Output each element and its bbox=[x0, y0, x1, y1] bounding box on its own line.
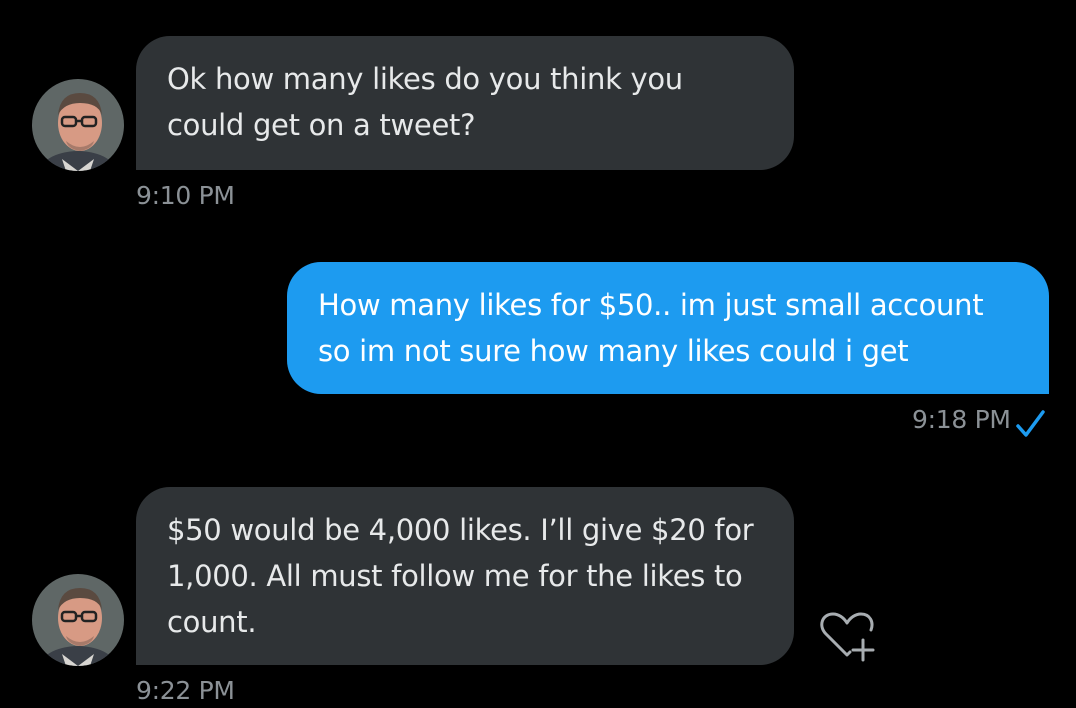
avatar-photo-icon bbox=[32, 574, 124, 666]
message-text: Ok how many likes do you think you could… bbox=[167, 62, 683, 142]
message-timestamp: 9:18 PM bbox=[912, 405, 1011, 434]
message-text: How many likes for $50.. im just small a… bbox=[318, 288, 984, 368]
checkmark-icon bbox=[1016, 410, 1045, 437]
message-bubble-received[interactable]: Ok how many likes do you think you could… bbox=[136, 36, 794, 170]
sender-avatar[interactable] bbox=[32, 574, 124, 666]
avatar-photo-icon bbox=[32, 79, 124, 171]
message-timestamp: 9:10 PM bbox=[136, 181, 235, 210]
message-bubble-sent[interactable]: How many likes for $50.. im just small a… bbox=[287, 262, 1049, 394]
message-timestamp: 9:22 PM bbox=[136, 676, 235, 705]
message-bubble-received[interactable]: $50 would be 4,000 likes. I’ll give $20 … bbox=[136, 487, 794, 665]
heart-plus-icon[interactable] bbox=[814, 606, 880, 664]
message-text: $50 would be 4,000 likes. I’ll give $20 … bbox=[167, 513, 754, 639]
sender-avatar[interactable] bbox=[32, 79, 124, 171]
